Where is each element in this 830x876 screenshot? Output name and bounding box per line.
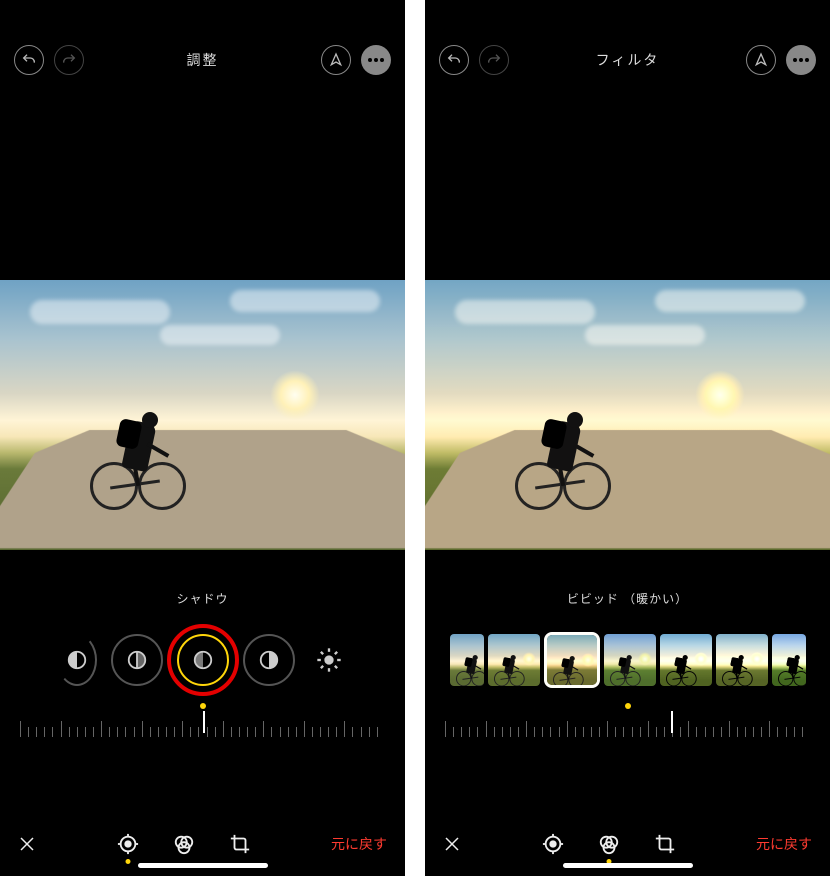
shadows-icon [192,649,214,671]
adjust-tool-button[interactable] [116,832,140,856]
undo-icon [446,52,462,68]
home-indicator[interactable] [563,863,693,868]
filter-tool-button[interactable] [172,832,196,856]
markup-button[interactable] [746,45,776,75]
undo-button[interactable] [14,45,44,75]
adjust-item-shadows[interactable] [177,634,229,686]
cancel-button[interactable] [18,835,36,853]
top-bar: 調整 [0,0,405,90]
adjust-item-auto[interactable] [57,634,97,686]
filter-dramatic-cool[interactable] [772,634,806,686]
filter-carousel[interactable] [425,625,830,695]
redo-icon [486,52,502,68]
markup-icon [328,52,344,68]
cancel-button[interactable] [443,835,461,853]
adjust-item-contrast[interactable] [243,634,295,686]
photo-preview[interactable] [0,280,405,550]
photo-subject [90,390,190,510]
crop-tool-button[interactable] [653,832,677,856]
carousel-indicator-dot [200,703,206,709]
exposure-icon [126,649,148,671]
revert-button[interactable]: 元に戻す [331,834,387,854]
undo-icon [21,52,37,68]
adjust-carousel[interactable] [0,625,405,695]
more-button[interactable] [786,45,816,75]
close-icon [18,835,36,853]
contrast-icon [258,649,280,671]
adjust-tool-button[interactable] [541,832,565,856]
more-icon [793,58,809,62]
filter-vivid[interactable] [488,634,540,686]
filter-tool-icon [173,833,195,855]
mode-title: 調整 [187,50,219,70]
value-ruler[interactable] [20,713,385,737]
phone-screen-filter: フィルタ ビビッド （暖かい） 元に戻す [425,0,830,876]
photo-subject [515,390,615,510]
active-dot-icon [125,859,130,864]
value-ruler[interactable] [445,713,810,737]
filter-tool-icon [598,833,620,855]
filter-original[interactable] [450,634,484,686]
crop-tool-icon [229,833,251,855]
filter-vivid-cool[interactable] [604,634,656,686]
mode-title: フィルタ [596,50,660,70]
more-icon [368,58,384,62]
markup-icon [753,52,769,68]
auto-icon [66,649,88,671]
filter-tool-button[interactable] [597,832,621,856]
redo-button[interactable] [479,45,509,75]
crop-tool-icon [654,833,676,855]
redo-icon [61,52,77,68]
filter-dramatic-warm[interactable] [716,634,768,686]
filter-vivid-warm[interactable] [544,632,600,688]
photo-preview[interactable] [425,280,830,550]
adjust-item-brightness[interactable] [309,634,349,686]
more-button[interactable] [361,45,391,75]
filter-name-label: ビビッド （暖かい） [425,590,830,607]
close-icon [443,835,461,853]
top-bar: フィルタ [425,0,830,90]
undo-button[interactable] [439,45,469,75]
adjust-tool-icon [117,833,139,855]
markup-button[interactable] [321,45,351,75]
crop-tool-button[interactable] [228,832,252,856]
redo-button[interactable] [54,45,84,75]
brightness-icon [315,646,343,674]
revert-button[interactable]: 元に戻す [756,834,812,854]
adjust-tool-icon [542,833,564,855]
carousel-indicator-dot [625,703,631,709]
home-indicator[interactable] [138,863,268,868]
phone-screen-adjust: 調整 シャドウ [0,0,405,876]
adjust-item-exposure[interactable] [111,634,163,686]
filter-dramatic[interactable] [660,634,712,686]
adjustment-name-label: シャドウ [0,590,405,607]
